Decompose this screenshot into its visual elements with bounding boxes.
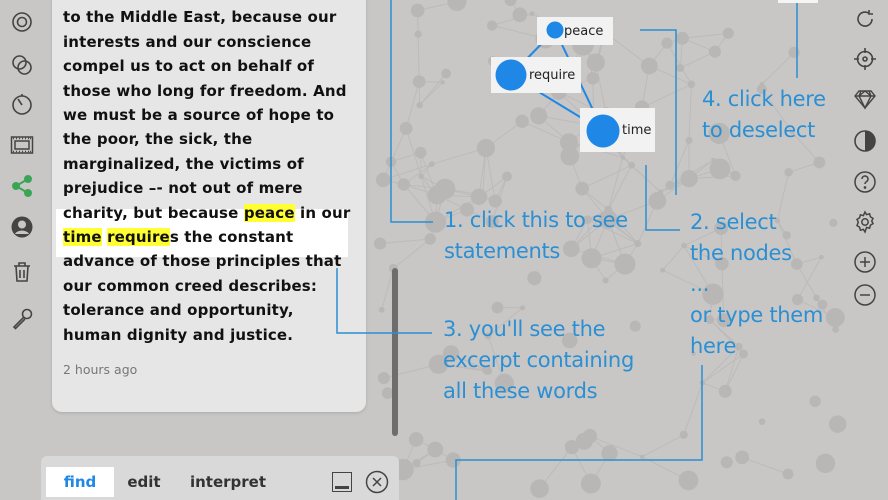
diamond-icon[interactable]	[851, 85, 879, 113]
annotation-step3: 3. you'll see the excerpt containing all…	[443, 317, 634, 403]
annotation-step4: 4. click here to deselect	[702, 87, 826, 142]
annotation-step1: 1. click this to see statements	[444, 208, 628, 263]
node-label-time[interactable]: time	[580, 108, 655, 152]
node-label-require[interactable]: require	[491, 57, 581, 93]
refresh-icon[interactable]	[851, 5, 879, 33]
help-icon[interactable]	[851, 168, 879, 196]
zoom-in-icon[interactable]	[851, 248, 879, 276]
node-label-peace[interactable]: peace	[537, 17, 613, 45]
crosshair-icon[interactable]	[851, 45, 879, 73]
zoom-out-icon[interactable]	[851, 281, 879, 309]
gear-icon[interactable]	[851, 208, 879, 236]
contrast-icon[interactable]	[851, 127, 879, 155]
annotation-step2: 2. select the nodes ... or type them her…	[690, 210, 824, 358]
right-toolbar	[840, 0, 888, 500]
